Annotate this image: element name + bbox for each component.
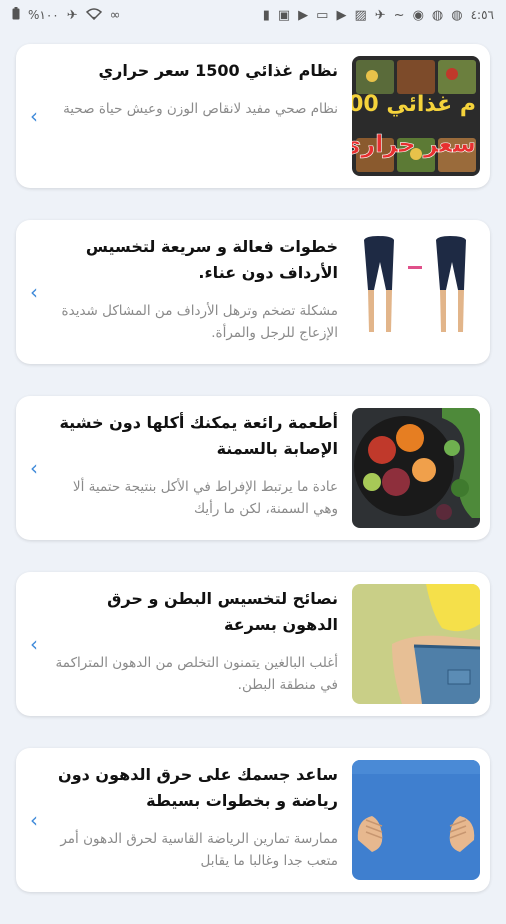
article-description: مشكلة تضخم وترهل الأرداف من المشاكل شديد… — [61, 303, 338, 341]
status-time: ٤:٥٦ — [470, 8, 494, 22]
article-description: نظام صحي مفيد لانقاص الوزن وعيش حياة صحي… — [63, 101, 338, 117]
chevron-left-icon[interactable]: ‹ — [30, 458, 46, 478]
article-title: نصائح لتخسيس البطن و حرق الدهون بسرعة — [107, 589, 338, 634]
article-text: نصائح لتخسيس البطن و حرق الدهون بسرعة أغ… — [48, 586, 338, 696]
sim-icon: ~ — [393, 7, 405, 23]
article-card[interactable]: نصائح لتخسيس البطن و حرق الدهون بسرعة أغ… — [16, 572, 490, 716]
articles-list: م غذائي 00 سعر حراري نظام غذائي 1500 سعر… — [16, 44, 490, 924]
link-icon: ∞ — [109, 7, 121, 23]
battery-saver-icon: ▮ — [262, 7, 270, 23]
location-icon: ◉ — [412, 7, 424, 23]
article-thumbnail — [352, 232, 480, 352]
article-description: أغلب البالغين يتمنون التخلص من الدهون ال… — [55, 655, 338, 693]
article-text: أطعمة رائعة يمكنك أكلها دون خشية الإصابة… — [48, 410, 338, 520]
chevron-left-icon[interactable]: ‹ — [30, 282, 46, 302]
thumb-text-top: م غذائي 00 — [352, 92, 476, 117]
notification-icon: ✈ — [374, 7, 386, 23]
screenshot-icon: ▣ — [277, 7, 291, 23]
article-card[interactable]: خطوات فعالة و سريعة لتخسيس الأرداف دون ع… — [16, 220, 490, 364]
article-title: نظام غذائي 1500 سعر حراري — [98, 61, 338, 80]
laptop-icon: ▭ — [316, 7, 329, 23]
article-card[interactable]: أطعمة رائعة يمكنك أكلها دون خشية الإصابة… — [16, 396, 490, 540]
healthy-bowl-image — [352, 408, 480, 528]
article-description: عادة ما يرتبط الإفراط في الأكل بنتيجة حت… — [72, 479, 338, 517]
article-thumbnail: م غذائي 00 سعر حراري — [352, 56, 480, 176]
article-thumbnail — [352, 760, 480, 880]
battery-icon — [12, 7, 20, 23]
meal-prep-image: م غذائي 00 سعر حراري — [352, 56, 480, 176]
chevron-left-icon[interactable]: ‹ — [30, 634, 46, 654]
article-title: أطعمة رائعة يمكنك أكلها دون خشية الإصابة… — [59, 413, 338, 458]
legs-comparison-image — [352, 232, 480, 352]
play-store-icon: ▶ — [298, 7, 309, 23]
article-text: خطوات فعالة و سريعة لتخسيس الأرداف دون ع… — [48, 234, 338, 344]
youtube-icon: ▶ — [336, 7, 347, 23]
status-bar-right: ▮ ▣ ▶ ▭ ▶ ▨ ✈ ~ ◉ ◍ ◍ ٤:٥٦ — [263, 8, 494, 22]
airplane-icon: ✈ — [66, 7, 78, 23]
article-card[interactable]: م غذائي 00 سعر حراري نظام غذائي 1500 سعر… — [16, 44, 490, 188]
article-title: خطوات فعالة و سريعة لتخسيس الأرداف دون ع… — [85, 237, 338, 282]
loose-jeans-image — [352, 584, 480, 704]
chevron-left-icon[interactable]: ‹ — [30, 106, 46, 126]
messenger-icon: ◍ — [431, 7, 444, 23]
article-thumbnail — [352, 408, 480, 528]
article-text: نظام غذائي 1500 سعر حراري نظام صحي مفيد … — [48, 58, 338, 120]
chevron-left-icon[interactable]: ‹ — [30, 810, 46, 830]
wifi-icon — [85, 7, 102, 23]
thumb-text-bottom: سعر حراري — [352, 130, 476, 158]
article-card[interactable]: ساعد جسمك على حرق الدهون دون رياضة و بخط… — [16, 748, 490, 892]
status-bar: %١٠٠ ✈ ∞ ▮ ▣ ▶ ▭ ▶ ▨ ✈ ~ ◉ ◍ ◍ ٤:٥٦ — [0, 0, 506, 30]
messenger-icon: ◍ — [451, 7, 463, 23]
image-icon: ▨ — [354, 7, 367, 23]
article-thumbnail — [352, 584, 480, 704]
status-bar-left: %١٠٠ ✈ ∞ — [12, 7, 121, 23]
article-description: ممارسة تمارين الرياضة القاسية لحرق الدهو… — [60, 831, 338, 869]
article-text: ساعد جسمك على حرق الدهون دون رياضة و بخط… — [48, 762, 338, 872]
belly-image — [352, 760, 480, 880]
article-title: ساعد جسمك على حرق الدهون دون رياضة و بخط… — [58, 765, 338, 810]
battery-percent: %١٠٠ — [28, 8, 59, 22]
